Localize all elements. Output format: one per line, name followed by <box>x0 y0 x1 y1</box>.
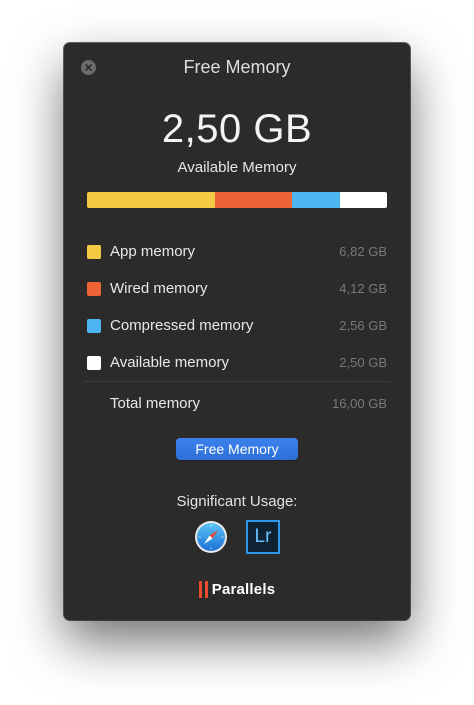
safari-compass-icon <box>195 521 227 553</box>
significant-usage-apps: Lr <box>64 520 410 554</box>
legend-row-wired-memory: Wired memory 4,12 GB <box>87 270 387 307</box>
total-memory-row: Total memory 16,00 GB <box>110 391 387 415</box>
legend-row-compressed-memory: Compressed memory 2,56 GB <box>87 307 387 344</box>
compressed-memory-swatch <box>87 318 101 333</box>
bar-segment-wired-memory <box>214 192 293 208</box>
available-memory-swatch <box>87 355 101 370</box>
available-memory-caption: Available Memory <box>177 159 297 176</box>
app-memory-swatch <box>87 244 101 259</box>
legend-value: 6,82 GB <box>339 244 387 259</box>
total-memory-value: 16,00 GB <box>332 395 387 411</box>
lightroom-app-button[interactable]: Lr <box>246 520 280 554</box>
bar-segment-available-memory <box>340 192 387 208</box>
significant-usage-label: Significant Usage: <box>176 493 298 510</box>
available-memory-value: 2,50 GB <box>161 107 313 151</box>
memory-usage-bar <box>87 192 387 208</box>
bar-segment-app-memory <box>87 192 215 208</box>
memory-legend: App memory 6,82 GB Wired memory 4,12 GB … <box>87 233 387 381</box>
total-memory-label: Total memory <box>110 394 201 412</box>
free-memory-button[interactable]: Free Memory <box>176 438 298 460</box>
lightroom-icon: Lr <box>246 520 280 554</box>
legend-value: 2,50 GB <box>339 355 387 370</box>
legend-row-app-memory: App memory 6,82 GB <box>87 233 387 270</box>
legend-label: Wired memory <box>110 280 208 297</box>
legend-row-available-memory: Available memory 2,50 GB <box>87 344 387 381</box>
safari-app-button[interactable] <box>194 520 228 554</box>
legend-label: App memory <box>110 243 196 260</box>
window-title: Free Memory <box>183 57 291 77</box>
legend-value: 4,12 GB <box>339 281 387 296</box>
wired-memory-swatch <box>87 281 101 296</box>
legend-divider <box>84 381 390 382</box>
legend-label: Available memory <box>110 354 229 371</box>
free-memory-window: Free Memory 2,50 GB Available Memory App… <box>64 43 410 620</box>
legend-label: Compressed memory <box>110 317 254 334</box>
bar-segment-compressed-memory <box>292 192 341 208</box>
legend-value: 2,56 GB <box>339 318 387 333</box>
parallels-bars-icon <box>198 581 208 598</box>
brand-name: Parallels <box>211 581 276 598</box>
parallels-logo: Parallels <box>64 581 410 598</box>
